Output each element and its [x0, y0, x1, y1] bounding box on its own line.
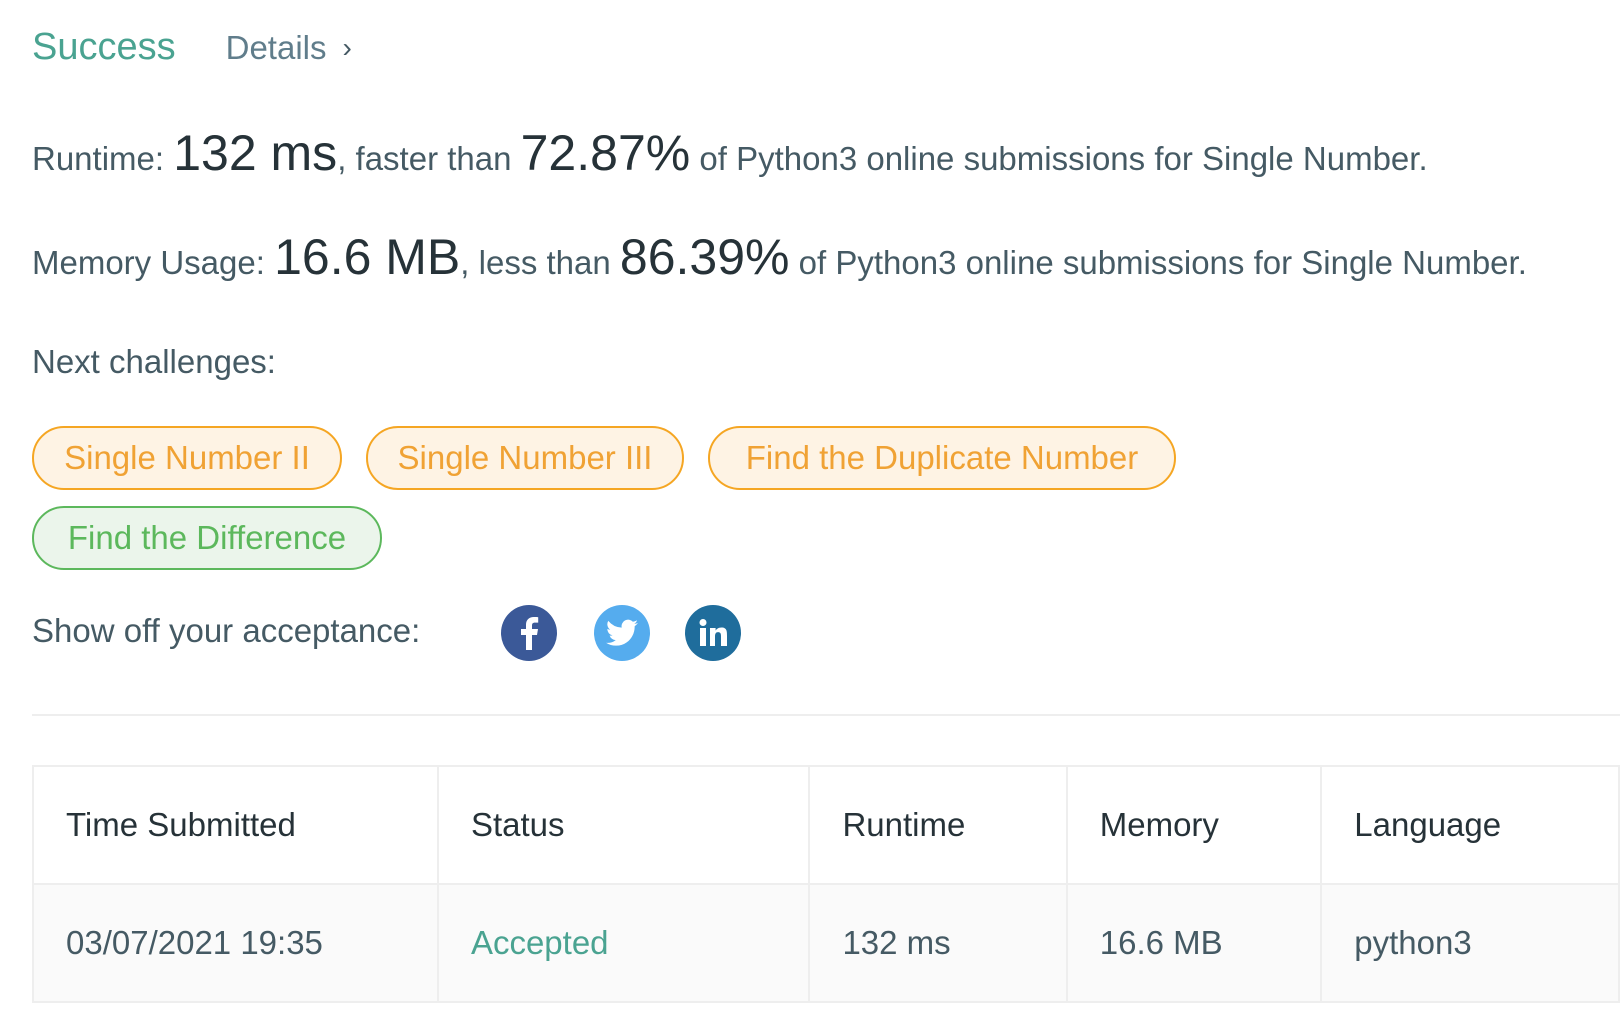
- runtime-suffix: of Python3 online submissions for Single…: [690, 140, 1428, 177]
- memory-stat: Memory Usage: 16.6 MB, less than 86.39% …: [32, 228, 1527, 286]
- challenge-chip-find-duplicate-number[interactable]: Find the Duplicate Number: [708, 426, 1176, 490]
- details-link[interactable]: Details ›: [226, 29, 352, 67]
- memory-label: Memory Usage:: [32, 244, 275, 281]
- memory-suffix: of Python3 online submissions for Single…: [789, 244, 1527, 281]
- submissions-table: Time Submitted Status Runtime Memory Lan…: [32, 765, 1620, 1003]
- twitter-share-button[interactable]: [594, 605, 650, 661]
- column-header-status[interactable]: Status: [436, 765, 811, 885]
- memory-value: 16.6 MB: [274, 229, 461, 285]
- challenge-chip-single-number-ii[interactable]: Single Number II: [32, 426, 342, 490]
- linkedin-share-button[interactable]: [685, 605, 741, 661]
- cell-runtime: 132 ms: [808, 883, 1068, 1003]
- facebook-icon: [521, 617, 539, 650]
- cell-language: python3: [1320, 883, 1620, 1003]
- memory-percent: 86.39%: [619, 229, 790, 285]
- runtime-percent: 72.87%: [520, 125, 691, 181]
- chevron-right-icon: ›: [342, 31, 352, 63]
- runtime-middle: , faster than: [337, 140, 521, 177]
- facebook-share-button[interactable]: [501, 605, 557, 661]
- memory-middle: , less than: [460, 244, 620, 281]
- details-label: Details: [225, 28, 327, 66]
- next-challenges-label: Next challenges:: [32, 343, 276, 380]
- twitter-icon: [606, 619, 638, 646]
- result-header: Success Details ›: [32, 26, 352, 69]
- table-row[interactable]: 03/07/2021 19:35 Accepted 132 ms 16.6 MB…: [32, 883, 1620, 1003]
- submission-result-page: Success Details › Runtime: 132 ms, faste…: [0, 0, 1620, 1010]
- column-header-language[interactable]: Language: [1320, 765, 1620, 885]
- cell-time-submitted: 03/07/2021 19:35: [32, 883, 439, 1003]
- runtime-value: 132 ms: [173, 125, 338, 181]
- linkedin-icon: [699, 619, 727, 646]
- runtime-stat: Runtime: 132 ms, faster than 72.87% of P…: [32, 124, 1428, 182]
- table-header-row: Time Submitted Status Runtime Memory Lan…: [32, 765, 1620, 885]
- column-header-runtime[interactable]: Runtime: [808, 765, 1068, 885]
- column-header-memory[interactable]: Memory: [1065, 765, 1323, 885]
- runtime-label: Runtime:: [32, 140, 174, 177]
- status-title: Success: [32, 26, 176, 68]
- challenge-chip-find-the-difference[interactable]: Find the Difference: [32, 506, 382, 570]
- column-header-time-submitted[interactable]: Time Submitted: [32, 765, 439, 885]
- cell-memory: 16.6 MB: [1065, 883, 1323, 1003]
- share-label: Show off your acceptance:: [32, 612, 421, 649]
- section-divider: [32, 714, 1620, 716]
- challenge-chip-single-number-iii[interactable]: Single Number III: [366, 426, 684, 490]
- cell-status[interactable]: Accepted: [436, 883, 811, 1003]
